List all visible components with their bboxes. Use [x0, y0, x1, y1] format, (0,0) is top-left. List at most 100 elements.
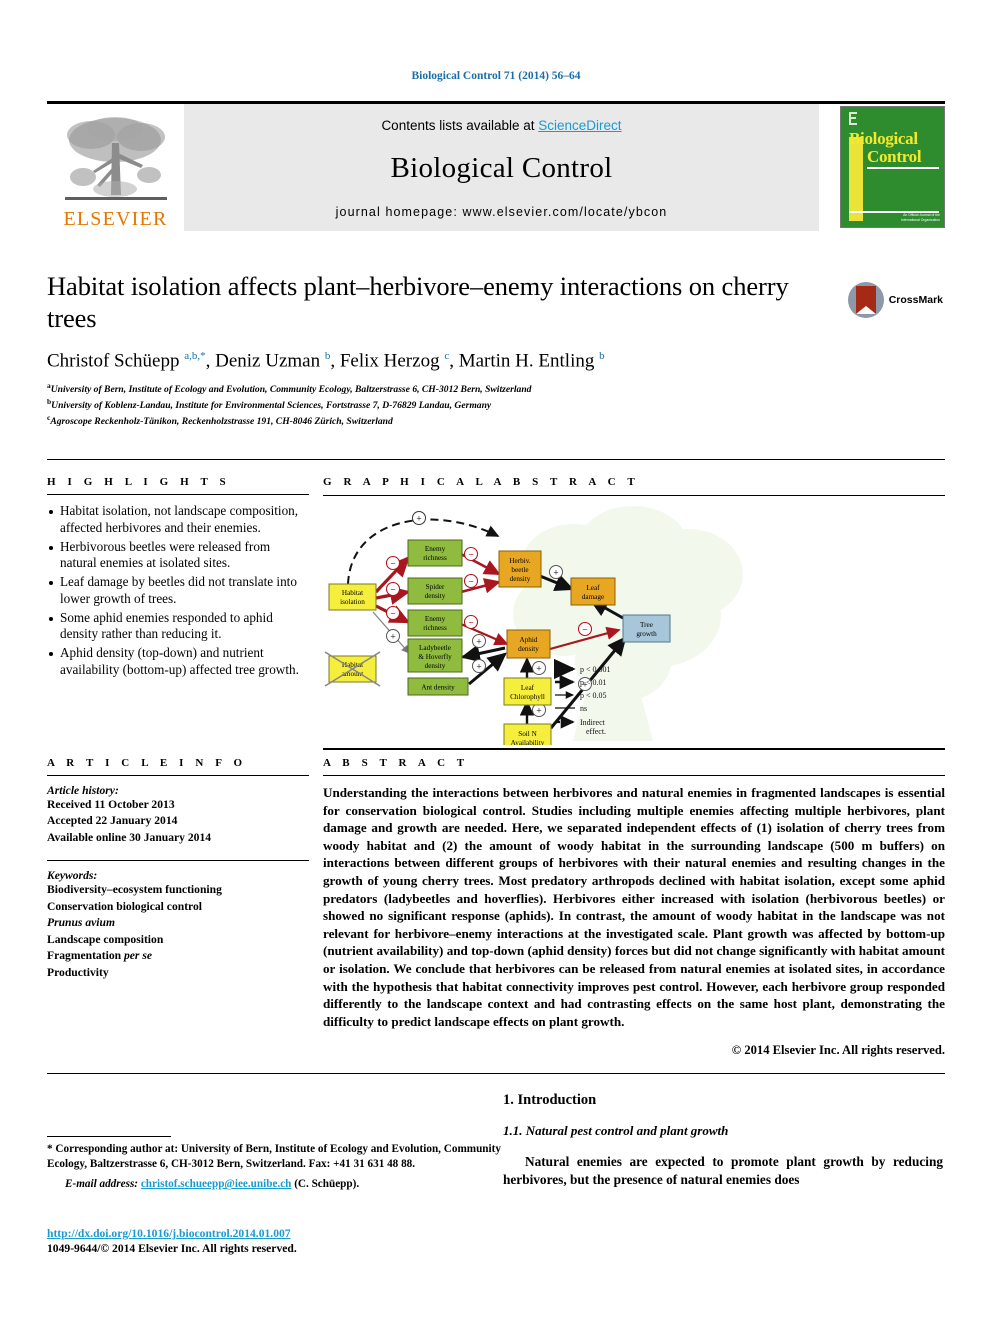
svg-text:density: density: [510, 575, 531, 583]
svg-text:density: density: [425, 592, 446, 600]
keyword-item: Biodiversity–ecosystem functioning: [47, 883, 222, 897]
node-habitat-amount: Habitat amount: [324, 651, 381, 687]
svg-text:density: density: [518, 645, 539, 653]
keyword-item: Fragmentation per se: [47, 949, 152, 963]
svg-text:+: +: [536, 706, 541, 716]
svg-text:Enemy: Enemy: [425, 615, 446, 623]
affiliation-text-a: University of Bern, Institute of Ecology…: [50, 384, 532, 396]
doi-block: http://dx.doi.org/10.1016/j.biocontrol.2…: [47, 1224, 507, 1255]
svg-text:growth: growth: [636, 630, 657, 638]
corresponding-author-note: * Corresponding author at: University of…: [47, 1143, 501, 1171]
doi-link[interactable]: http://dx.doi.org/10.1016/j.biocontrol.2…: [47, 1227, 291, 1240]
keyword-italic: Prunus avium: [47, 916, 115, 930]
keyword-item: Landscape composition: [47, 932, 164, 946]
keyword-italic-perse: per se: [123, 949, 152, 963]
keyword-item: Conservation biological control: [47, 899, 203, 913]
article-history-received: Received 11 October 2013: [47, 798, 175, 811]
svg-text:+: +: [416, 514, 421, 524]
graphical-abstract-figure: + − − − + − − − + + + + − + + +: [323, 495, 945, 750]
svg-text:−: −: [390, 609, 395, 619]
cover-title-line1: Biological: [849, 129, 918, 148]
svg-text:−: −: [390, 585, 395, 595]
email-link[interactable]: christof.schueepp@iee.unibe.ch: [141, 1178, 292, 1190]
keyword-item: Prunus avium: [47, 915, 309, 931]
crossmark-badge[interactable]: CrossMark: [847, 282, 943, 318]
top-section-rule: [47, 459, 945, 460]
article-info-column: A R T I C L E I N F O Article history: R…: [47, 757, 309, 981]
affiliation-list: aUniversity of Bern, Institute of Ecolog…: [47, 381, 945, 428]
graphical-abstract-heading: G R A P H I C A L A B S T R A C T: [323, 476, 640, 488]
sciencedirect-link[interactable]: ScienceDirect: [538, 118, 621, 133]
legend-label-0: p < 0.001: [580, 665, 611, 674]
affiliation-b: bUniversity of Koblenz-Landau, Institute…: [47, 397, 945, 413]
svg-text:Tree: Tree: [640, 621, 653, 629]
author-list: Christof Schüepp a,b,*, Deniz Uzman b, F…: [47, 349, 605, 371]
list-item: Aphid density (top-down) and nutrient av…: [47, 645, 309, 679]
node-aphid-density: Aphid density: [506, 629, 551, 659]
svg-text:Chlorophyll: Chlorophyll: [510, 693, 545, 701]
svg-text:richness: richness: [423, 624, 447, 632]
legend-label-2: p < 0.05: [580, 691, 607, 700]
abstract-copyright: © 2014 Elsevier Inc. All rights reserved…: [731, 1042, 945, 1057]
cover-divider-1: [867, 167, 939, 169]
legend-label-4a: Indirect: [580, 718, 606, 727]
edge-aphid-ladybeetle: [460, 644, 506, 663]
svg-text:Spider: Spider: [426, 583, 445, 591]
svg-text:Habitat: Habitat: [342, 589, 363, 597]
svg-text:+: +: [536, 664, 541, 674]
contents-prefix: Contents lists available at: [381, 117, 539, 133]
cover-yellow-strip: [849, 137, 863, 221]
node-herbiv-beetle-density: Herbiv. beetle density: [498, 550, 542, 588]
abstract-rule: [323, 775, 945, 776]
abstract-heading: A B S T R A C T: [323, 757, 469, 769]
svg-text:Enemy: Enemy: [425, 545, 446, 553]
affiliation-a: aUniversity of Bern, Institute of Ecolog…: [47, 381, 945, 397]
node-spider-density: Spider density: [407, 577, 463, 605]
svg-text:Ladybeetle: Ladybeetle: [419, 644, 451, 652]
contents-line: Contents lists available at ScienceDirec…: [381, 118, 621, 133]
journal-homepage[interactable]: journal homepage: www.elsevier.com/locat…: [336, 205, 668, 219]
svg-text:+: +: [553, 568, 558, 578]
svg-text:beetle: beetle: [511, 566, 528, 574]
keywords-rule: [47, 860, 309, 862]
list-item: Habitat isolation, not landscape composi…: [47, 503, 309, 537]
legend-label-1: p < 0.01: [580, 678, 607, 687]
svg-text:Soil N: Soil N: [518, 730, 537, 738]
highlights-rule: [47, 494, 309, 495]
node-ladybeetle-hoverfly-density: Ladybeetle & Hoverfly density: [407, 638, 463, 673]
legend-label-3: ns: [580, 704, 587, 713]
article-info-rule: [47, 775, 309, 776]
journal-title: Biological Control: [390, 152, 613, 184]
node-enemy-richness-2: Enemy richness: [407, 609, 463, 637]
footnote-block: * Corresponding author at: University of…: [47, 1136, 507, 1190]
svg-text:−: −: [468, 577, 473, 587]
keywords-label: Keywords:: [47, 869, 98, 883]
svg-text:Herbiv.: Herbiv.: [509, 557, 530, 565]
elsevier-tree-icon: [64, 116, 167, 200]
svg-text:Ant density: Ant density: [421, 684, 455, 692]
svg-text:−: −: [390, 559, 395, 569]
svg-text:Availability: Availability: [511, 739, 545, 745]
node-leaf-chlorophyll: Leaf Chlorophyll: [503, 677, 552, 706]
page-title: Habitat isolation affects plant–herbivor…: [47, 271, 789, 334]
node-leaf-damage: Leaf damage: [570, 577, 616, 606]
abstract-bottom-rule: [47, 1073, 945, 1074]
email-suffix: (C. Schüepp).: [294, 1178, 360, 1191]
cover-footer-text: An Official Journal of the International …: [901, 212, 940, 222]
list-item: Herbivorous beetles were released from n…: [47, 539, 309, 573]
crossmark-icon: [847, 282, 884, 318]
svg-text:density: density: [425, 662, 446, 670]
keyword-item: Productivity: [47, 965, 109, 979]
abstract-body: Understanding the interactions between h…: [323, 785, 945, 1029]
article-info-heading: A R T I C L E I N F O: [47, 757, 247, 769]
svg-text:+: +: [476, 662, 481, 672]
node-tree-growth: Tree growth: [622, 614, 671, 643]
list-item: Leaf damage by beetles did not translate…: [47, 574, 309, 608]
journal-cover-cell: Biological Control An Official Journal o…: [825, 104, 945, 231]
legend-label-4b: effect.: [586, 727, 606, 736]
running-head: Biological Control 71 (2014) 56–64: [411, 70, 581, 82]
affiliation-c: cAgroscope Reckenholz-Tänikon, Reckenhol…: [47, 413, 945, 429]
email-line: E-mail address: christof.schueepp@iee.un…: [47, 1178, 507, 1190]
introduction-paragraph: Natural enemies are expected to promote …: [503, 1154, 943, 1188]
svg-text:Leaf: Leaf: [521, 684, 535, 692]
